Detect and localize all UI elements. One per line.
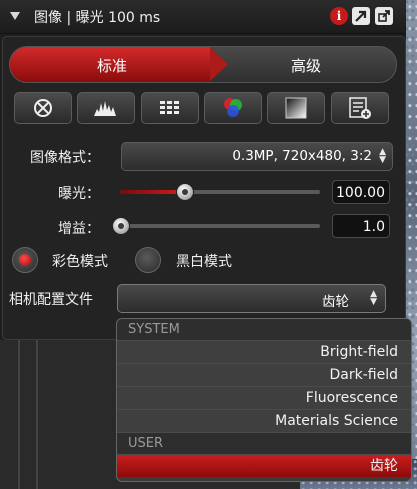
dock-icon[interactable] [375,7,393,25]
settings-list-button[interactable] [331,92,389,124]
dropdown-item-gear[interactable]: 齿轮 [117,454,411,477]
gain-label: 增益： [58,221,100,237]
grid-button[interactable] [141,92,199,124]
exposure-slider-thumb[interactable] [176,183,194,201]
camera-profile-dropdown: SYSTEM Bright-field Dark-field Fluoresce… [116,318,412,482]
histogram-button[interactable] [77,92,135,124]
exposure-label: 曝光： [58,186,100,202]
gain-input[interactable]: 1.0 [332,214,390,238]
panel-edge-lines [18,340,38,489]
auto-exposure-icon [34,99,52,117]
dropdown-item-bright-field[interactable]: Bright-field [117,340,411,363]
exposure-slider[interactable] [120,190,320,194]
gain-slider[interactable] [120,224,320,228]
dropdown-item-dark-field[interactable]: Dark-field [117,363,411,386]
select-arrows-icon: ▲ ▼ [379,147,386,165]
grid-icon [160,101,179,114]
info-icon[interactable]: i [330,7,348,25]
color-mode-radio[interactable] [12,247,38,273]
tab-standard-arrow [210,47,228,81]
image-format-select[interactable]: 0.3MP, 720x480, 3:2 ▲ ▼ [121,142,393,171]
tab-advanced[interactable]: 高级 [291,55,321,76]
mono-mode-radio[interactable] [135,247,161,273]
dropdown-item-fluorescence[interactable]: Fluorescence [117,386,411,409]
dropdown-header-system: SYSTEM [117,319,411,340]
image-format-label: 图像格式： [30,150,100,166]
dropdown-item-materials-science[interactable]: Materials Science [117,409,411,432]
camera-profile-label: 相机配置文件 [9,292,93,308]
popout-icon[interactable] [352,7,370,25]
color-balance-button[interactable] [204,92,262,124]
white-balance-button[interactable] [267,92,325,124]
mode-switch: 标准 高级 [9,46,397,83]
mono-mode-label: 黑白模式 [176,254,232,270]
color-mode-label: 彩色模式 [52,254,108,270]
image-panel: 图像 | 曝光 100 ms i 标准 高级 图像格式： 0.3MP, 720x… [0,0,406,340]
collapse-triangle-icon[interactable] [10,12,20,20]
tab-standard-label: 标准 [97,57,128,75]
exposure-input[interactable]: 100.00 [332,180,390,204]
white-balance-icon [285,97,307,119]
select-arrows-icon: ▲ ▼ [370,289,377,307]
camera-profile-value: 齿轮 [322,294,349,310]
panel-titlebar: 图像 | 曝光 100 ms i [0,0,406,34]
dropdown-header-user: USER [117,432,411,454]
gain-slider-thumb[interactable] [112,217,130,235]
exposure-slider-fill [120,190,184,194]
color-balance-icon [224,98,242,117]
histogram-icon [94,101,116,116]
panel-title: 图像 | 曝光 100 ms [34,10,161,26]
settings-list-icon [349,97,371,119]
auto-exposure-button[interactable] [14,92,72,124]
camera-profile-select[interactable]: 齿轮 ▲ ▼ [117,284,386,313]
image-format-value: 0.3MP, 720x480, 3:2 [232,148,372,164]
